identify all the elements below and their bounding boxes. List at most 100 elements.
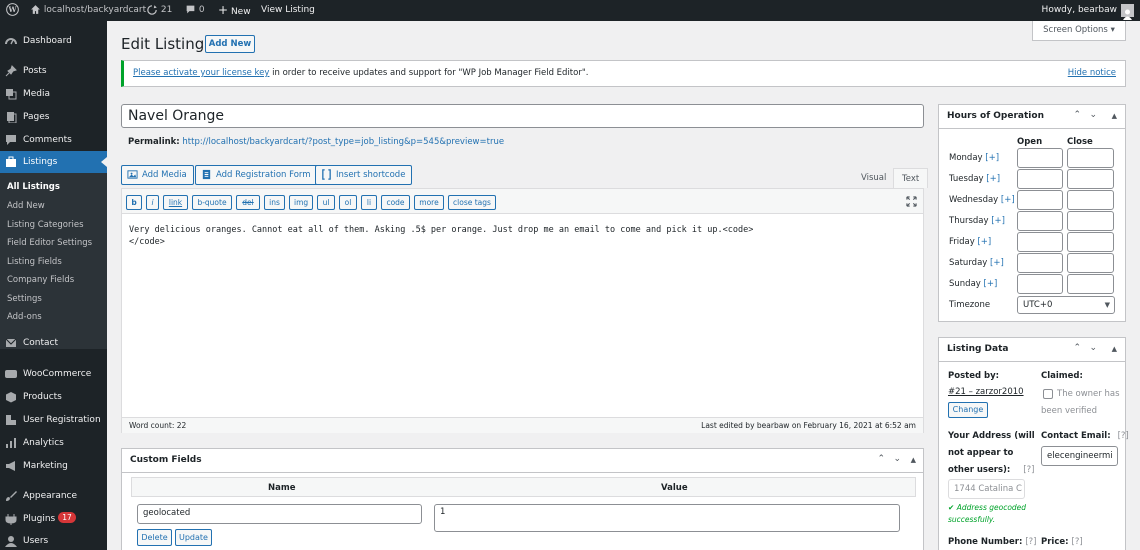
screen-options-button[interactable]: Screen Options ▾	[1032, 21, 1126, 41]
add-hours-link[interactable]: [+]	[990, 258, 1004, 268]
open-time-input[interactable]	[1017, 148, 1063, 168]
close-time-input[interactable]	[1067, 274, 1114, 294]
close-time-input[interactable]	[1067, 211, 1114, 231]
submenu-all-listings[interactable]: All Listings	[7, 182, 60, 192]
add-media-button[interactable]: Add Media	[121, 165, 194, 185]
qt-link-button[interactable]: link	[163, 195, 188, 210]
toggle-panel-icon[interactable]: ▲	[1112, 112, 1117, 120]
add-hours-link[interactable]: [+]	[1001, 195, 1015, 205]
help-icon[interactable]: [?]	[1025, 537, 1036, 547]
qt-bold-button[interactable]: b	[126, 195, 142, 210]
add-registration-form-button[interactable]: Add Registration Form	[195, 165, 318, 185]
add-hours-link[interactable]: [+]	[977, 237, 991, 247]
insert-shortcode-button[interactable]: Insert shortcode	[315, 165, 413, 185]
custom-field-name-input[interactable]: geolocated	[137, 504, 422, 524]
sidebar-item-contact[interactable]: Contact	[0, 332, 107, 354]
help-icon[interactable]: [?]	[1118, 431, 1129, 441]
sidebar-item-analytics[interactable]: Analytics	[0, 432, 107, 454]
submenu-settings[interactable]: Settings	[7, 294, 42, 304]
sidebar-item-comments[interactable]: Comments	[0, 129, 107, 151]
add-hours-link[interactable]: [+]	[991, 216, 1005, 226]
sidebar-item-user-registration[interactable]: User Registration	[0, 409, 107, 431]
help-icon[interactable]: [?]	[1072, 537, 1083, 547]
sidebar-item-plugins[interactable]: Plugins 17	[0, 508, 107, 530]
open-time-input[interactable]	[1017, 211, 1063, 231]
qt-ol-button[interactable]: ol	[339, 195, 357, 210]
add-new-button[interactable]: Add New	[205, 35, 255, 53]
help-icon[interactable]: [?]	[1023, 465, 1034, 475]
sidebar-item-listings[interactable]: Listings	[0, 151, 107, 173]
open-time-input[interactable]	[1017, 169, 1063, 189]
qt-blockquote-button[interactable]: b-quote	[192, 195, 232, 210]
qt-li-button[interactable]: li	[361, 195, 377, 210]
toggle-panel-icon[interactable]: ▲	[1112, 345, 1117, 353]
wordpress-logo-icon[interactable]: W	[6, 0, 19, 21]
submenu-add-new[interactable]: Add New	[7, 201, 45, 211]
user-greeting[interactable]: Howdy, bearbaw	[1042, 0, 1117, 21]
open-time-input[interactable]	[1017, 232, 1063, 252]
post-title-input[interactable]: Navel Orange	[121, 104, 924, 128]
open-time-input[interactable]	[1017, 190, 1063, 210]
qt-ins-button[interactable]: ins	[264, 195, 285, 210]
submenu-field-editor-settings[interactable]: Field Editor Settings	[7, 238, 92, 248]
move-up-icon[interactable]: ⌃	[877, 454, 885, 464]
delete-button[interactable]: Delete	[137, 529, 172, 546]
close-time-input[interactable]	[1067, 232, 1114, 252]
move-down-icon[interactable]: ⌄	[1089, 110, 1097, 120]
sidebar-item-dashboard[interactable]: Dashboard	[0, 30, 107, 52]
sidebar-item-media[interactable]: Media	[0, 83, 107, 105]
editor-textarea[interactable]: Very delicious oranges. Cannot eat all o…	[129, 224, 753, 248]
submenu-listing-fields[interactable]: Listing Fields	[7, 257, 62, 267]
open-time-input[interactable]	[1017, 253, 1063, 273]
hide-notice-link[interactable]: Hide notice	[1068, 61, 1116, 86]
add-hours-link[interactable]: [+]	[985, 153, 999, 163]
close-time-input[interactable]	[1067, 169, 1114, 189]
sidebar-item-users[interactable]: Users	[0, 530, 107, 550]
close-time-input[interactable]	[1067, 148, 1114, 168]
address-input[interactable]: 1744 Catalina C	[948, 479, 1025, 499]
add-hours-link[interactable]: [+]	[986, 174, 1000, 184]
submenu-company-fields[interactable]: Company Fields	[7, 275, 74, 285]
sidebar-item-products[interactable]: Products	[0, 386, 107, 408]
sidebar-item-woocommerce[interactable]: WooCommerce	[0, 363, 107, 385]
sidebar-item-appearance[interactable]: Appearance	[0, 485, 107, 507]
move-down-icon[interactable]: ⌄	[1089, 343, 1097, 353]
move-up-icon[interactable]: ⌃	[1073, 110, 1081, 120]
tab-visual[interactable]: Visual	[853, 168, 894, 188]
activate-license-link[interactable]: Please activate your license key	[133, 68, 269, 78]
qt-italic-button[interactable]: i	[146, 195, 159, 210]
close-time-input[interactable]	[1067, 253, 1114, 273]
permalink-url[interactable]: http://localhost/backyardcart/?post_type…	[182, 137, 504, 147]
move-down-icon[interactable]: ⌄	[893, 454, 901, 464]
updates-link[interactable]: 21	[146, 0, 172, 21]
qt-ul-button[interactable]: ul	[317, 195, 335, 210]
view-listing-link[interactable]: View Listing	[261, 0, 315, 21]
sidebar-item-pages[interactable]: Pages	[0, 106, 107, 128]
contact-email-input[interactable]: elecengineermi	[1041, 446, 1118, 466]
timezone-select[interactable]: UTC+0 ▼	[1017, 296, 1115, 314]
qt-more-button[interactable]: more	[414, 195, 444, 210]
custom-field-value-input[interactable]: 1	[434, 504, 900, 532]
change-author-button[interactable]: Change	[948, 402, 988, 418]
qt-code-button[interactable]: code	[381, 195, 410, 210]
qt-close-tags-button[interactable]: close tags	[448, 195, 496, 210]
fullscreen-icon[interactable]	[906, 196, 917, 207]
avatar[interactable]	[1121, 4, 1134, 20]
site-name-link[interactable]: localhost/backyardcart	[30, 0, 146, 21]
open-time-input[interactable]	[1017, 274, 1063, 294]
qt-img-button[interactable]: img	[289, 195, 313, 210]
qt-del-button[interactable]: del	[236, 195, 260, 210]
sidebar-item-posts[interactable]: Posts	[0, 60, 107, 82]
posted-by-link[interactable]: #21 – zarzor2010	[948, 387, 1024, 397]
add-hours-link[interactable]: [+]	[984, 279, 998, 289]
toggle-panel-icon[interactable]: ▲	[911, 456, 916, 464]
sidebar-item-marketing[interactable]: Marketing	[0, 455, 107, 477]
move-up-icon[interactable]: ⌃	[1073, 343, 1081, 353]
update-button[interactable]: Update	[175, 529, 212, 546]
tab-text[interactable]: Text	[893, 168, 929, 188]
submenu-listing-categories[interactable]: Listing Categories	[7, 220, 84, 230]
submenu-addons[interactable]: Add-ons	[7, 312, 42, 322]
new-content-link[interactable]: + New	[218, 0, 251, 21]
close-time-input[interactable]	[1067, 190, 1114, 210]
comments-link[interactable]: 0	[185, 0, 205, 21]
